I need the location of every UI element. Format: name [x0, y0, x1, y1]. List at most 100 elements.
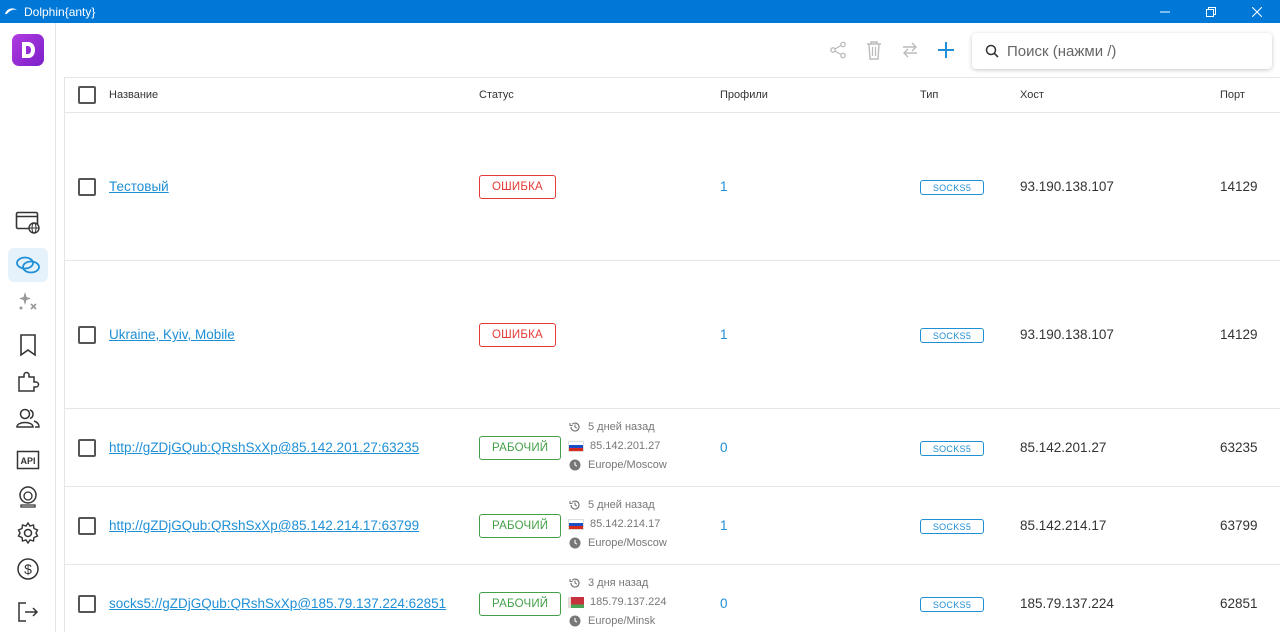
profiles-count[interactable]: 1 — [720, 179, 728, 194]
host-value: 85.142.214.17 — [1020, 518, 1107, 533]
history-icon — [568, 421, 582, 433]
toolbar — [56, 23, 1280, 77]
close-icon — [1252, 6, 1262, 17]
history-icon — [568, 577, 582, 589]
host-value: 93.190.138.107 — [1020, 179, 1114, 194]
timezone: Europe/Minsk — [588, 615, 656, 627]
sidebar-item-extensions[interactable] — [8, 364, 48, 398]
sidebar-item-support[interactable] — [8, 480, 48, 514]
table-row[interactable]: Ukraine, Kyiv, Mobile ОШИБКА 1 SOCKS5 93… — [65, 261, 1280, 409]
title-bar: Dolphin{anty} — [0, 0, 1280, 23]
external-ip: 85.142.201.27 — [590, 440, 661, 452]
plus-icon — [938, 42, 954, 58]
sidebar-item-api[interactable]: API — [8, 443, 48, 477]
restore-button[interactable] — [1188, 0, 1234, 23]
table-row[interactable]: http://gZDjGQub:QRshSxXp@85.142.214.17:6… — [65, 487, 1280, 565]
column-header-name[interactable]: Название — [109, 89, 158, 101]
minimize-button[interactable] — [1142, 0, 1188, 23]
trash-icon — [867, 41, 881, 60]
profiles-count[interactable]: 1 — [720, 327, 728, 342]
row-checkbox[interactable] — [78, 178, 96, 196]
sidebar-item-settings[interactable] — [8, 516, 48, 550]
sidebar-item-billing[interactable]: $ — [8, 552, 48, 586]
sparkles-icon — [19, 292, 37, 310]
column-header-host[interactable]: Хост — [1020, 89, 1044, 101]
sidebar: API $ — [0, 23, 56, 632]
external-ip: 85.142.214.17 — [590, 518, 661, 530]
row-checkbox[interactable] — [78, 517, 96, 535]
type-badge: SOCKS5 — [920, 519, 984, 534]
profiles-count[interactable]: 0 — [720, 440, 728, 455]
status-badge: ОШИБКА — [479, 323, 556, 347]
column-header-type[interactable]: Тип — [920, 89, 938, 101]
status-badge: РАБОЧИЙ — [479, 436, 562, 460]
proxy-name-link[interactable]: Ukraine, Kyiv, Mobile — [109, 327, 235, 342]
headset-icon — [19, 486, 37, 508]
profiles-count[interactable]: 1 — [720, 518, 728, 533]
restore-icon — [1206, 6, 1216, 17]
window-title: Dolphin{anty} — [24, 4, 96, 19]
type-badge: SOCKS5 — [920, 597, 984, 612]
history-icon — [568, 499, 582, 511]
column-header-port[interactable]: Порт — [1220, 89, 1245, 101]
swap-arrows-icon — [903, 42, 917, 58]
dollar-icon: $ — [17, 558, 39, 580]
sidebar-item-proxies[interactable] — [8, 248, 48, 282]
last-check-time: 5 дней назад — [588, 421, 655, 433]
host-value: 185.79.137.224 — [1020, 596, 1114, 611]
puzzle-icon — [18, 371, 40, 392]
row-checkbox[interactable] — [78, 595, 96, 613]
proxy-name-link[interactable]: http://gZDjGQub:QRshSxXp@85.142.214.17:6… — [109, 518, 419, 533]
users-icon — [16, 408, 40, 428]
status-badge: ОШИБКА — [479, 175, 556, 199]
table-row[interactable]: Тестовый ОШИБКА 1 SOCKS5 93.190.138.107 … — [65, 113, 1280, 261]
select-all-checkbox[interactable] — [78, 86, 96, 104]
share-button[interactable] — [827, 39, 849, 61]
port-value: 14129 — [1220, 327, 1258, 342]
close-button[interactable] — [1234, 0, 1280, 23]
timezone: Europe/Moscow — [588, 459, 667, 471]
proxy-name-link[interactable]: http://gZDjGQub:QRshSxXp@85.142.201.27:6… — [109, 440, 419, 455]
status-badge: РАБОЧИЙ — [479, 514, 562, 538]
proxy-name-link[interactable]: socks5://gZDjGQub:QRshSxXp@185.79.137.22… — [109, 596, 446, 611]
sidebar-item-browser-profiles[interactable] — [8, 205, 48, 239]
row-checkbox[interactable] — [78, 439, 96, 457]
sidebar-item-team[interactable] — [8, 401, 48, 435]
port-value: 14129 — [1220, 179, 1258, 194]
profiles-count[interactable]: 0 — [720, 596, 728, 611]
port-value: 63799 — [1220, 518, 1258, 533]
svg-text:API: API — [20, 456, 35, 466]
add-proxy-button[interactable] — [935, 39, 957, 61]
type-badge: SOCKS5 — [920, 328, 984, 343]
sidebar-item-bookmarks[interactable] — [8, 328, 48, 362]
clock-icon — [568, 615, 582, 627]
dolphin-logo-icon — [22, 42, 35, 58]
browser-globe-icon — [15, 211, 40, 234]
dolphin-logo[interactable] — [12, 34, 44, 66]
type-badge: SOCKS5 — [920, 180, 984, 195]
bookmark-icon — [20, 334, 36, 357]
last-check-time: 5 дней назад — [588, 499, 655, 511]
russia-flag-icon — [568, 518, 584, 530]
dolphin-app-icon — [5, 7, 17, 14]
port-value: 62851 — [1220, 596, 1258, 611]
sidebar-item-logout[interactable] — [8, 595, 48, 629]
transfer-button[interactable] — [899, 39, 921, 61]
table-row[interactable]: http://gZDjGQub:QRshSxXp@85.142.201.27:6… — [65, 409, 1280, 487]
belarus-flag-icon — [568, 596, 584, 608]
delete-button[interactable] — [863, 39, 885, 61]
api-icon: API — [16, 450, 40, 470]
port-value: 63235 — [1220, 440, 1258, 455]
search-box[interactable] — [972, 33, 1272, 69]
proxy-name-link[interactable]: Тестовый — [109, 179, 169, 194]
column-header-profiles[interactable]: Профили — [720, 89, 768, 101]
host-value: 93.190.138.107 — [1020, 327, 1114, 342]
table-row[interactable]: socks5://gZDjGQub:QRshSxXp@185.79.137.22… — [65, 565, 1280, 643]
column-header-status[interactable]: Статус — [479, 89, 514, 101]
russia-flag-icon — [568, 440, 584, 452]
sidebar-item-automation[interactable] — [8, 284, 48, 318]
status-badge: РАБОЧИЙ — [479, 592, 562, 616]
row-checkbox[interactable] — [78, 326, 96, 344]
search-input[interactable] — [1007, 42, 1247, 60]
proxy-link-icon — [16, 256, 40, 274]
